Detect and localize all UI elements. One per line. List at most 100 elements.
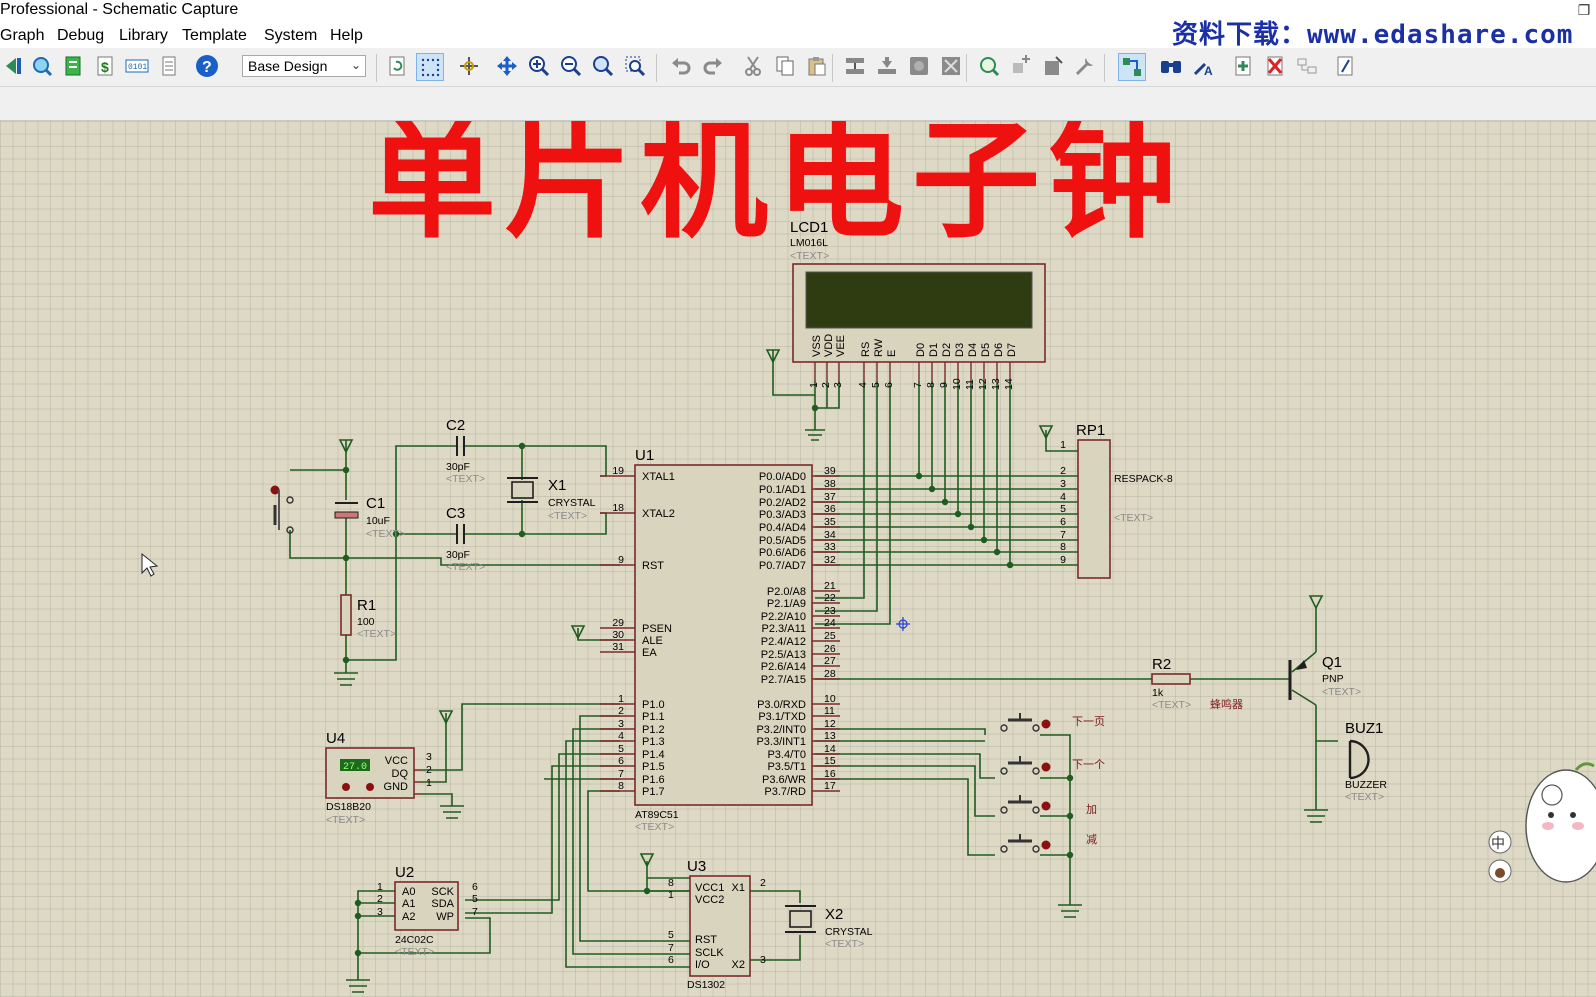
block-rotate-icon[interactable] <box>906 53 932 79</box>
button-next-item: 下一个 <box>1000 756 1105 775</box>
make-device-icon[interactable] <box>1008 53 1034 79</box>
lcd-pin-vss: VSS <box>811 335 823 357</box>
u1-pin-p24: P2.4/A12 <box>761 636 806 648</box>
lcd-pin-d4: D4 <box>967 343 979 357</box>
zoom-all-icon[interactable] <box>590 53 616 79</box>
u1-pinnum: 21 <box>824 580 836 592</box>
property-assign-icon[interactable]: A <box>1190 53 1216 79</box>
copy-icon[interactable] <box>772 53 798 79</box>
lcd-pin-d3: D3 <box>954 343 966 357</box>
u2-pinnum: 7 <box>472 906 478 918</box>
menu-debug[interactable]: Debug <box>57 27 104 45</box>
u1-pinnum: 25 <box>824 630 836 642</box>
block-delete-icon[interactable] <box>938 53 964 79</box>
new-sheet-icon[interactable] <box>1230 53 1256 79</box>
design-explorer-icon[interactable] <box>1332 53 1358 79</box>
zoom-out-icon[interactable] <box>558 53 584 79</box>
redo-icon[interactable] <box>700 53 726 79</box>
zoom-in-icon[interactable] <box>526 53 552 79</box>
menu-graph[interactable]: Graph <box>0 27 44 45</box>
lcd-pin-d6: D6 <box>993 343 1005 357</box>
menu-template[interactable]: Template <box>182 27 247 45</box>
paste-icon[interactable] <box>804 53 830 79</box>
u1-pin-p27: P2.7/A15 <box>761 674 806 686</box>
c1-value: 10uF <box>366 515 390 527</box>
u1-pin-p00: P0.0/AD0 <box>759 471 806 483</box>
pan-icon[interactable] <box>494 53 520 79</box>
u1-pinnum: 27 <box>824 655 836 667</box>
lcd-pin-d0: D0 <box>915 343 927 357</box>
u4-value: DS18B20 <box>326 801 371 813</box>
u1-text: <TEXT> <box>635 821 674 833</box>
run-icon[interactable] <box>0 53 26 79</box>
buz1-ref: BUZ1 <box>1345 720 1383 737</box>
u1-pinnum: 1 <box>618 693 624 705</box>
block-move-icon[interactable] <box>874 53 900 79</box>
u1-pinnum: 13 <box>824 730 836 742</box>
u1-pinnum: 22 <box>824 592 836 604</box>
x1-value: CRYSTAL <box>548 497 596 509</box>
packaging-icon[interactable] <box>1040 53 1066 79</box>
button-label: 下一页 <box>1072 715 1105 728</box>
bom-icon[interactable]: $ <box>92 53 118 79</box>
u1-pin-p13: P1.3 <box>642 736 665 748</box>
goto-sheet-icon[interactable] <box>1294 53 1320 79</box>
schematic-canvas[interactable]: LCD1 LM016L <TEXT> VSS VDD VEE RS RW E D… <box>0 121 1596 997</box>
u1-pinnum: 35 <box>824 516 836 528</box>
menu-library[interactable]: Library <box>119 27 168 45</box>
toolbar: $ 0101 ? Base Design ⌄ A <box>0 48 1596 87</box>
crosshair-marker <box>896 617 910 631</box>
u3-pinnum: 7 <box>668 942 674 954</box>
block-copy-icon[interactable] <box>842 53 868 79</box>
rp1-pinnum: 7 <box>1060 529 1066 541</box>
u2-pinnum: 3 <box>377 906 383 918</box>
design-select-value: Base Design <box>248 58 328 74</box>
search-tag-icon[interactable] <box>1158 53 1184 79</box>
menu-system[interactable]: System <box>264 27 317 45</box>
undo-icon[interactable] <box>668 53 694 79</box>
u1-pinnum: 36 <box>824 503 836 515</box>
u2-value: 24C02C <box>395 934 434 946</box>
netlist-icon[interactable] <box>60 53 86 79</box>
u1-pin-p16: P1.6 <box>642 774 665 786</box>
svg-text:A: A <box>1204 64 1213 77</box>
lcd-pinnum: 13 <box>990 378 1002 390</box>
r2-note: 蜂鸣器 <box>1210 697 1243 711</box>
document-icon[interactable] <box>156 53 182 79</box>
delete-sheet-icon[interactable] <box>1262 53 1288 79</box>
lcd-pinnum: 12 <box>977 378 989 390</box>
r1-value: 100 <box>357 616 375 628</box>
design-select[interactable]: Base Design ⌄ <box>242 55 366 77</box>
u1-pinnum: 15 <box>824 755 836 767</box>
grid-icon[interactable] <box>416 53 444 81</box>
wire-autorouter-icon[interactable] <box>1118 53 1146 81</box>
u1-pinnum: 7 <box>618 768 624 780</box>
origin-icon[interactable] <box>456 53 482 79</box>
refresh-icon[interactable] <box>384 53 410 79</box>
u1-pinnum: 29 <box>612 617 624 629</box>
r2-value: 1k <box>1152 687 1164 699</box>
help-icon[interactable]: ? <box>194 53 220 79</box>
c1-ref: C1 <box>366 495 385 512</box>
c2-capacitor: C2 30pF <TEXT> <box>446 417 485 485</box>
u1-microcontroller: U1 AT89C51 <TEXT> XTAL1 XTAL2 RST PSEN A… <box>600 447 840 833</box>
x2-crystal: X2 CRYSTAL <TEXT> <box>785 905 873 950</box>
u4-reading: 27.0 <box>343 762 367 773</box>
u1-pin-ea: EA <box>642 647 657 659</box>
find-icon[interactable] <box>29 53 55 79</box>
ime-icon: 中 <box>1491 836 1505 852</box>
u1-pin-p11: P1.1 <box>642 711 665 723</box>
u4-pinnum: 1 <box>426 777 432 789</box>
toolbar-separator <box>966 54 967 82</box>
u2-ref: U2 <box>395 864 414 881</box>
maximize-icon[interactable]: ❐ <box>1576 2 1592 18</box>
menu-help[interactable]: Help <box>330 27 363 45</box>
zoom-area-icon[interactable] <box>622 53 648 79</box>
decompose-icon[interactable] <box>1072 53 1098 79</box>
u3-pin-vcc2: VCC2 <box>695 894 724 906</box>
pick-device-icon[interactable] <box>976 53 1002 79</box>
r2-text: <TEXT> <box>1152 699 1191 711</box>
binary-icon[interactable]: 0101 <box>124 53 150 79</box>
cut-icon[interactable] <box>740 53 766 79</box>
toolbar-separator <box>832 54 833 82</box>
